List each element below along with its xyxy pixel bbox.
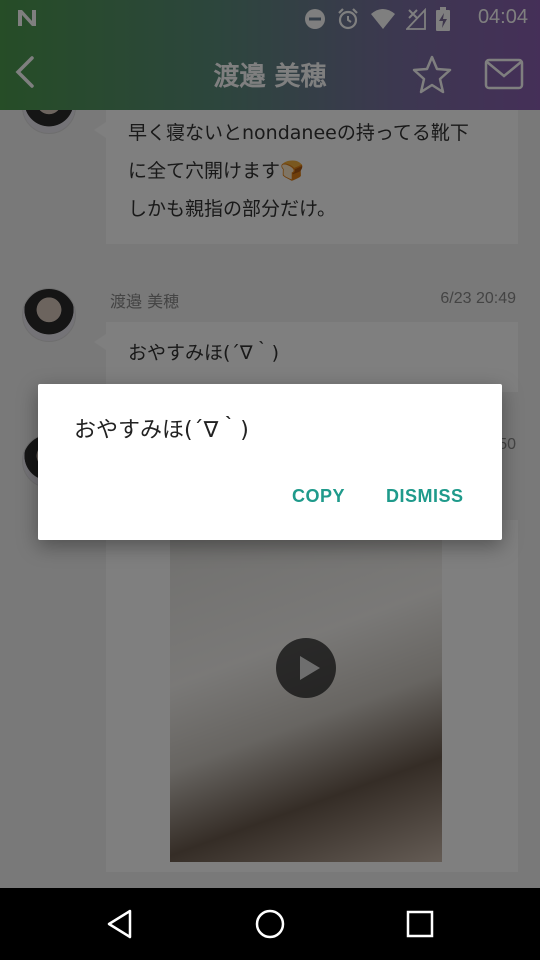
back-triangle-icon[interactable] xyxy=(104,908,136,940)
dismiss-button[interactable]: DISMISS xyxy=(386,486,464,507)
message-actions-dialog: おやすみほ(´∇｀) COPY DISMISS xyxy=(38,384,502,540)
recents-square-icon[interactable] xyxy=(404,908,436,940)
system-navigation-bar xyxy=(0,888,540,960)
home-circle-icon[interactable] xyxy=(254,908,286,940)
dialog-message: おやすみほ(´∇｀) xyxy=(74,418,249,443)
copy-button[interactable]: COPY xyxy=(292,486,345,507)
